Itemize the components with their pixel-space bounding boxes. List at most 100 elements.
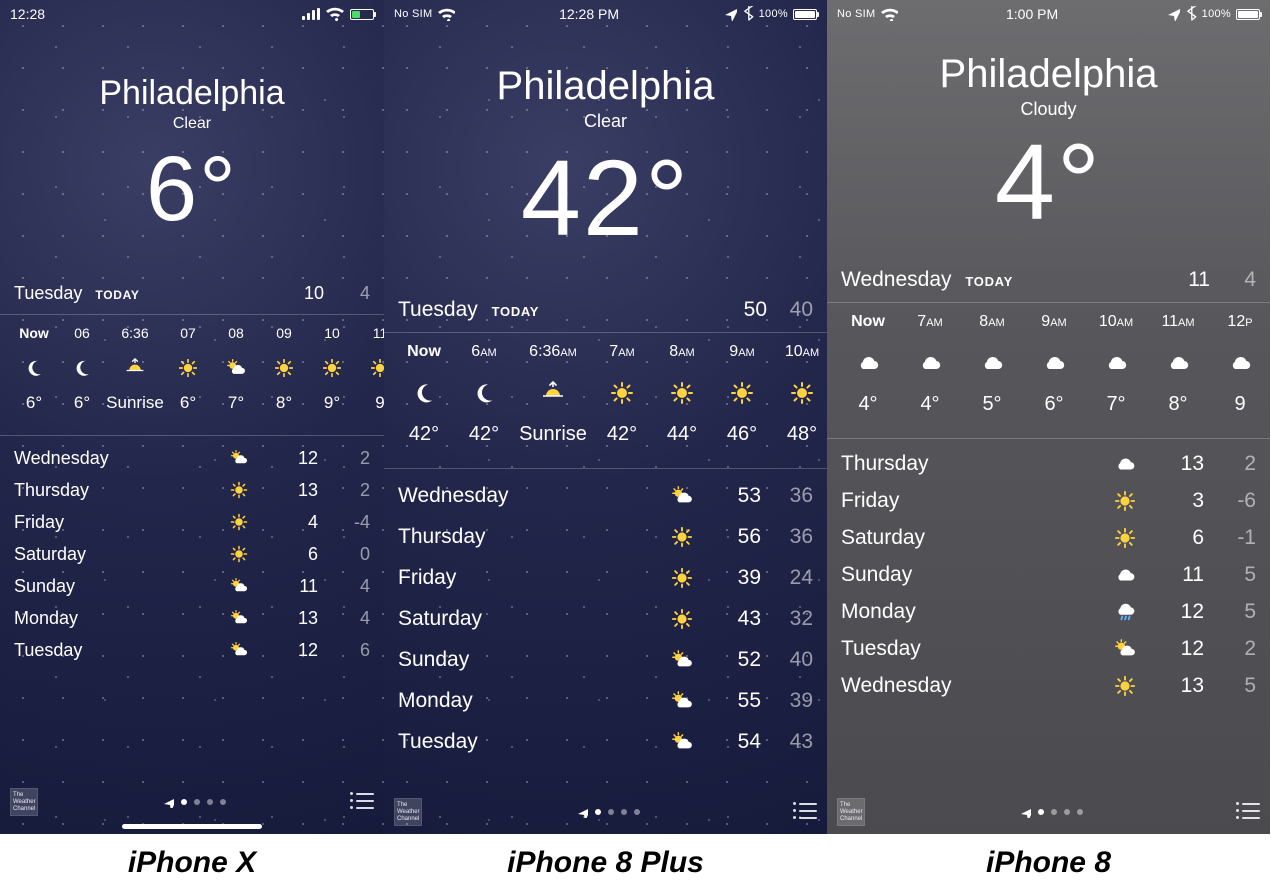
status-time: 1:00 PM [1006,6,1058,22]
wifi-icon [437,7,455,21]
daily-row: Thursday 13 2 [14,474,370,506]
hourly-item: 9AM 46° [712,343,772,446]
daily-row: Friday 39 24 [398,557,813,598]
today-tag: TODAY [95,288,139,302]
home-indicator[interactable] [122,824,262,829]
hour-label: 7AM [592,343,652,361]
rain-icon [1098,601,1152,623]
hourly-item: 6:36AM Sunrise [514,343,592,446]
status-time: 12:28 [10,6,45,22]
cloud-icon [837,343,899,383]
hour-label: 8AM [961,313,1023,331]
weather-header: Philadelphia Clear 42° [384,28,827,252]
day-label: Tuesday [14,640,212,661]
page-dot[interactable] [220,799,226,805]
hour-temp: 9° [308,393,356,413]
sun-icon [212,481,266,499]
wifi-icon [325,6,345,22]
hour-temp: 4° [899,393,961,416]
sun-icon [260,351,308,385]
hourly-item: 8AM 5° [961,313,1023,416]
partly-icon [212,449,266,467]
sun-icon [652,373,712,413]
day-low: 36 [761,484,813,508]
footer-bar: The Weather Channel [0,780,384,824]
hour-label: 6AM [454,343,514,361]
hourly-item: 11AM 8° [1147,313,1209,416]
daily-forecast[interactable]: Wednesday 12 2 Thursday 13 2 Friday 4 -4… [0,436,384,666]
page-dot[interactable] [1077,809,1083,815]
day-high: 13 [1152,674,1204,698]
page-dot[interactable] [181,799,187,805]
daily-forecast[interactable]: Thursday 13 2 Friday 3 -6 Saturday 6 -1 … [827,439,1270,704]
hourly-forecast[interactable]: Now 4° 7AM 4° 8AM 5° 9AM 6° 10AM 7° 11AM [827,303,1270,428]
day-low: 43 [761,730,813,754]
day-high: 56 [709,525,761,549]
hour-temp: 7° [212,393,260,413]
day-low: 40 [761,648,813,672]
list-button-icon[interactable] [793,803,817,821]
phone-iphone-x: 12:28 Philadelphia Clear 6° Tuesday TODA… [0,0,384,834]
list-button-icon[interactable] [1236,803,1260,821]
hour-label: 8AM [652,343,712,361]
status-bar: No SIM 1:00 PM 100% [827,0,1270,28]
day-low: 32 [761,607,813,631]
sun-icon [1098,490,1152,512]
page-dot[interactable] [621,809,627,815]
day-high: 12 [1152,637,1204,661]
day-label: Monday [14,608,212,629]
day-high: 13 [1152,452,1204,476]
carrier-label: No SIM [394,8,432,20]
sun-icon [772,373,827,413]
footer-bar: The Weather Channel [384,790,827,834]
cloud-icon [1098,564,1152,586]
page-dot[interactable] [634,809,640,815]
hourly-item: 07 6° [164,325,212,413]
daily-row: Tuesday 12 6 [14,634,370,666]
weather-channel-logo[interactable]: The Weather Channel [394,798,422,826]
page-dot[interactable] [1051,809,1057,815]
hourly-forecast[interactable]: Now 42° 6AM 42° 6:36AM Sunrise 7AM 42° 8… [384,333,827,458]
daily-forecast[interactable]: Wednesday 53 36 Thursday 56 36 Friday 39… [384,469,827,762]
day-low: -4 [318,512,370,533]
carrier-label: No SIM [837,8,875,20]
list-button-icon[interactable] [350,793,374,811]
weather-channel-logo[interactable]: The Weather Channel [10,788,38,816]
hour-temp: 42° [592,423,652,446]
hourly-item: 6:36 Sunrise [106,325,164,413]
day-high: 53 [709,484,761,508]
hourly-forecast[interactable]: Now 6° 06 6° 6:36 Sunrise 07 6° 08 7° 09 [0,315,384,425]
day-low: 2 [318,448,370,469]
day-high: 55 [709,689,761,713]
hour-temp: 6° [10,393,58,413]
hourly-item: Now 42° [394,343,454,446]
hour-label: 10 [308,325,356,341]
day-low: 4 [318,608,370,629]
day-high: 4 [266,512,318,533]
page-dot[interactable] [595,809,601,815]
day-high: 11 [266,576,318,597]
today-high: 10 [278,283,324,304]
weather-channel-logo[interactable]: The Weather Channel [837,798,865,826]
day-low: 4 [318,576,370,597]
day-high: 13 [266,608,318,629]
page-dot[interactable] [1064,809,1070,815]
page-dot[interactable] [194,799,200,805]
partly-icon [655,649,709,671]
page-dots[interactable] [1019,806,1083,818]
hour-label: 9AM [712,343,772,361]
page-dot[interactable] [207,799,213,805]
cloud-icon [961,343,1023,383]
hourly-item: 9AM 6° [1023,313,1085,416]
page-dots[interactable] [162,796,226,808]
daily-row: Saturday 6 0 [14,538,370,570]
day-low: 5 [1204,563,1256,587]
page-dot[interactable] [608,809,614,815]
day-label: Saturday [841,526,1098,550]
cloud-icon [1209,343,1270,383]
page-dot[interactable] [1038,809,1044,815]
hour-temp: 42° [454,423,514,446]
weather-header: Philadelphia Cloudy 4° [827,28,1270,236]
page-dots[interactable] [576,806,640,818]
hour-temp: 6° [1023,393,1085,416]
